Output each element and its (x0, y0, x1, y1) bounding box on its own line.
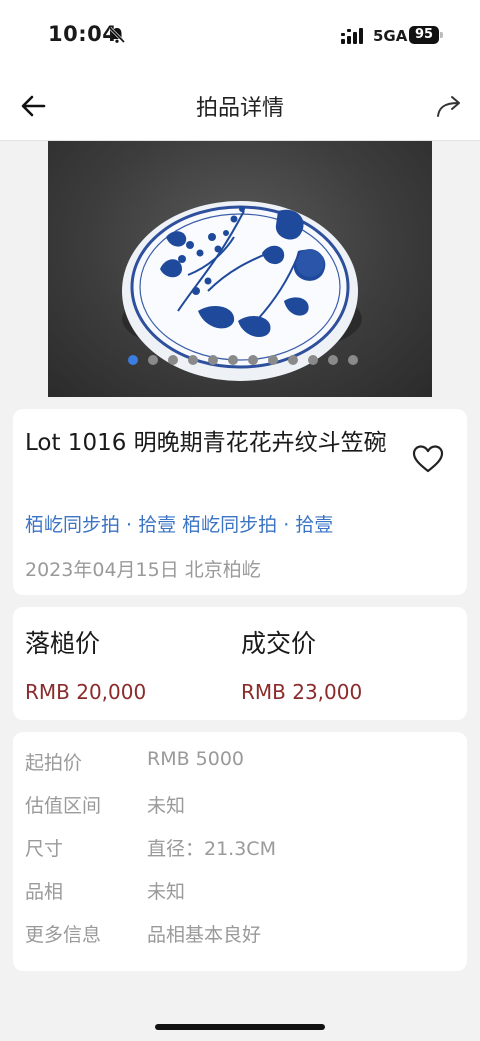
info-value: 直径：21.3CM (147, 838, 276, 860)
carousel-dots[interactable] (48, 355, 432, 367)
image-carousel[interactable] (48, 141, 432, 397)
lot-summary-card: Lot 1016 明晚期青花花卉纹斗笠碗 栢屹同步拍 · 拾壹 栢屹同步拍 · … (13, 409, 467, 595)
favorite-heart-icon[interactable] (411, 443, 445, 475)
info-value: 未知 (147, 881, 186, 903)
carousel-dot[interactable] (148, 355, 158, 365)
carousel-dot[interactable] (348, 355, 358, 365)
signal-icon (341, 28, 363, 44)
info-row-estimate: 估值区间 未知 (25, 791, 445, 819)
deal-price-value: RMB 23,000 (241, 680, 363, 704)
status-time: 10:04 (48, 22, 118, 46)
carousel-dot[interactable] (268, 355, 278, 365)
carousel-dot[interactable] (308, 355, 318, 365)
nav-bar: 拍品详情 (0, 70, 480, 141)
carousel-dot[interactable] (168, 355, 178, 365)
info-row-more-info: 更多信息 品相基本良好 (25, 920, 445, 948)
info-value: 未知 (147, 795, 186, 817)
lot-info-card: 起拍价 RMB 5000 估值区间 未知 尺寸 直径：21.3CM 品相 未知 … (13, 732, 467, 971)
battery-tip (440, 32, 443, 38)
deal-price-label: 成交价 (241, 629, 317, 658)
carousel-dot[interactable] (188, 355, 198, 365)
home-indicator[interactable] (155, 1024, 325, 1030)
hammer-price-value: RMB 20,000 (25, 680, 147, 704)
status-bar: 10:04 5GA 95 (0, 0, 480, 70)
battery-indicator: 95 (409, 26, 439, 44)
hammer-price-label: 落槌价 (25, 629, 101, 658)
info-key: 品相 (25, 881, 64, 903)
sale-date-location: 2023年04月15日 北京柏屹 (25, 559, 261, 581)
carousel-dot[interactable] (128, 355, 138, 365)
bell-muted-icon (108, 26, 126, 44)
carousel-dot[interactable] (328, 355, 338, 365)
carousel-dot[interactable] (228, 355, 238, 365)
auction-session-link[interactable]: 栢屹同步拍 · 拾壹 栢屹同步拍 · 拾壹 (25, 510, 333, 537)
info-key: 尺寸 (25, 838, 64, 860)
info-value: 品相基本良好 (147, 924, 262, 946)
info-key: 估值区间 (25, 795, 102, 817)
network-type: 5GA (373, 27, 408, 45)
carousel-dot[interactable] (248, 355, 258, 365)
info-value: RMB 5000 (147, 748, 245, 770)
lot-title: Lot 1016 明晚期青花花卉纹斗笠碗 (25, 430, 387, 456)
info-row-start-price: 起拍价 RMB 5000 (25, 748, 445, 776)
info-row-condition: 品相 未知 (25, 877, 445, 905)
info-key: 起拍价 (25, 752, 83, 774)
page-title: 拍品详情 (195, 96, 284, 121)
carousel-dot[interactable] (288, 355, 298, 365)
info-key: 更多信息 (25, 924, 102, 946)
share-icon[interactable] (434, 92, 464, 120)
price-card: 落槌价 RMB 20,000 成交价 RMB 23,000 (13, 607, 467, 720)
carousel-dot[interactable] (208, 355, 218, 365)
info-row-size: 尺寸 直径：21.3CM (25, 834, 445, 862)
